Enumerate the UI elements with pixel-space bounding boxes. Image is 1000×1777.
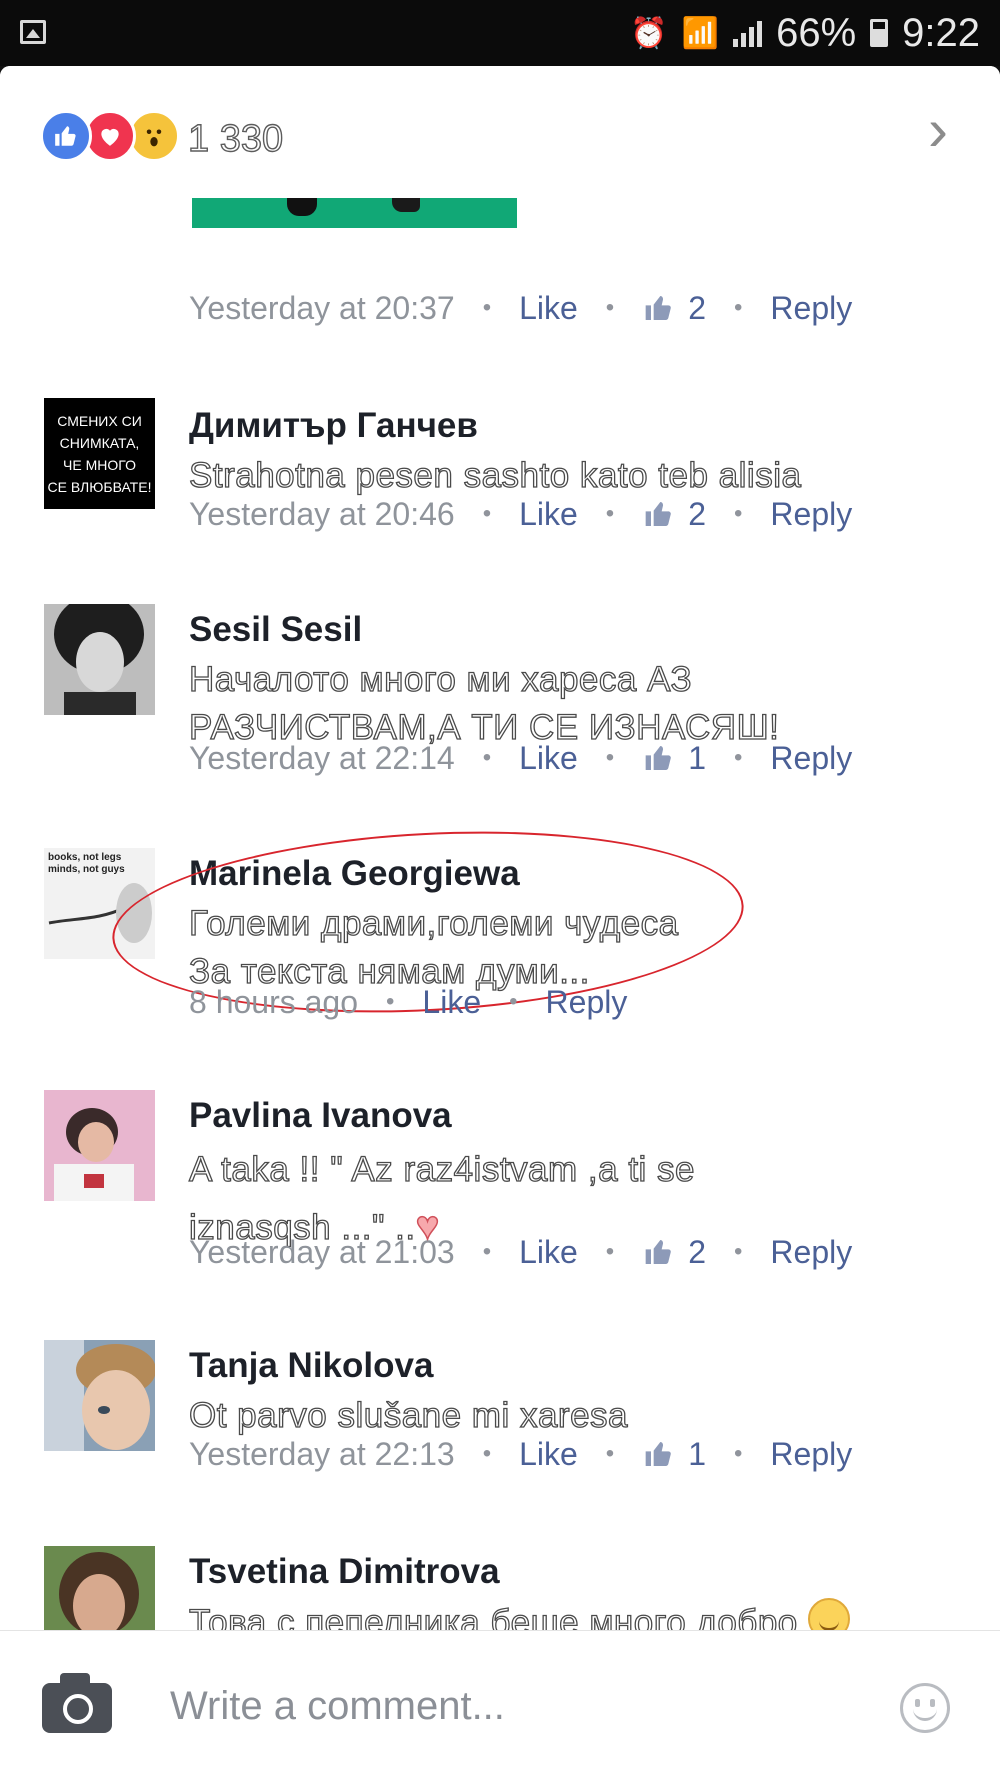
like-count: 2	[642, 290, 706, 327]
battery-icon	[870, 19, 889, 47]
like-link[interactable]: Like	[519, 290, 578, 327]
comment-meta: Yesterday at 20:37 • Like • 2 • Reply	[189, 289, 853, 327]
status-bar: ⏰ 📶 66% 9:22	[0, 0, 1000, 66]
reaction-count: 1 330	[187, 117, 284, 160]
thumbs-up-icon	[645, 1442, 672, 1466]
avatar[interactable]	[44, 604, 155, 715]
comment-author[interactable]: Tsvetina Dimitrova	[189, 1552, 500, 1592]
comment-author[interactable]: Sesil Sesil	[189, 610, 362, 650]
comment-list[interactable]: Yesterday at 20:37 • Like • 2 • Reply СМ…	[0, 198, 1000, 1678]
like-reaction-icon	[40, 110, 92, 162]
like-count: 1	[642, 740, 706, 777]
reply-link[interactable]: Reply	[770, 290, 852, 327]
wifi-icon: 📶	[681, 16, 720, 50]
reply-link[interactable]: Reply	[546, 984, 628, 1021]
like-count: 2	[642, 496, 706, 533]
reply-link[interactable]: Reply	[770, 496, 852, 533]
comment-text: Ot parvo slušane mi xaresa	[188, 1395, 629, 1435]
chevron-right-icon[interactable]: ›	[916, 100, 960, 160]
comment-time: Yesterday at 20:37	[189, 289, 455, 326]
comment-time: Yesterday at 20:46	[189, 495, 455, 532]
thumbs-up-icon	[645, 1240, 672, 1264]
comment-meta: Yesterday at 21:03 • Like • 2 • Reply	[189, 1233, 853, 1271]
reply-link[interactable]: Reply	[770, 1436, 852, 1473]
thumbs-up-icon	[645, 296, 672, 320]
alarm-icon: ⏰	[630, 16, 668, 50]
like-link[interactable]: Like	[422, 984, 481, 1021]
comment-meta: Yesterday at 20:46 • Like • 2 • Reply	[189, 495, 853, 533]
comment-meta: Yesterday at 22:14 • Like • 1 • Reply	[189, 739, 853, 777]
gallery-icon	[20, 20, 46, 44]
like-link[interactable]: Like	[519, 496, 578, 533]
signal-icon	[733, 19, 763, 47]
like-link[interactable]: Like	[519, 1234, 578, 1271]
camera-icon[interactable]	[42, 1673, 112, 1733]
comment-meta: Yesterday at 22:13 • Like • 1 • Reply	[189, 1435, 853, 1473]
avatar[interactable]	[44, 1090, 155, 1201]
comment-composer	[0, 1630, 1000, 1777]
avatar[interactable]: СМЕНИХ СИ СНИМКАТА, ЧЕ МНОГО СЕ ВЛЮБВАТЕ…	[44, 398, 155, 509]
comment-meta: 8 hours ago • Like • Reply	[189, 983, 628, 1021]
reply-link[interactable]: Reply	[770, 1234, 852, 1271]
comment-time: Yesterday at 22:14	[189, 739, 455, 776]
comment-time: Yesterday at 22:13	[189, 1435, 455, 1472]
comment-time: 8 hours ago	[189, 983, 359, 1020]
comment-input[interactable]	[168, 1675, 872, 1737]
like-count: 2	[642, 1234, 706, 1271]
clock: 9:22	[902, 10, 980, 55]
like-link[interactable]: Like	[519, 740, 578, 777]
avatar[interactable]	[44, 1340, 155, 1451]
reactions-bar[interactable]: 1 330 ›	[0, 66, 1000, 198]
like-link[interactable]: Like	[519, 1436, 578, 1473]
reply-link[interactable]: Reply	[770, 740, 852, 777]
thumbs-up-icon	[645, 746, 672, 770]
comment-author[interactable]: Pavlina Ivanova	[189, 1096, 452, 1136]
status-icons: ⏰ 📶 66% 9:22	[630, 8, 980, 58]
thumbs-up-icon	[645, 502, 672, 526]
comment-time: Yesterday at 21:03	[189, 1233, 455, 1270]
comment-sticker-image	[192, 198, 517, 228]
comment-author[interactable]: Tanja Nikolova	[189, 1346, 433, 1386]
like-count: 1	[642, 1436, 706, 1473]
battery-percent: 66%	[776, 10, 857, 55]
comments-sheet: 1 330 › Yesterday at 20:37 • Like • 2 • …	[0, 66, 1000, 1777]
emoji-picker-icon[interactable]	[900, 1683, 950, 1733]
comment-text: Strahotna pesen sashto kato teb alisia	[188, 455, 802, 495]
comment-author[interactable]: Димитър Ганчев	[189, 406, 478, 446]
